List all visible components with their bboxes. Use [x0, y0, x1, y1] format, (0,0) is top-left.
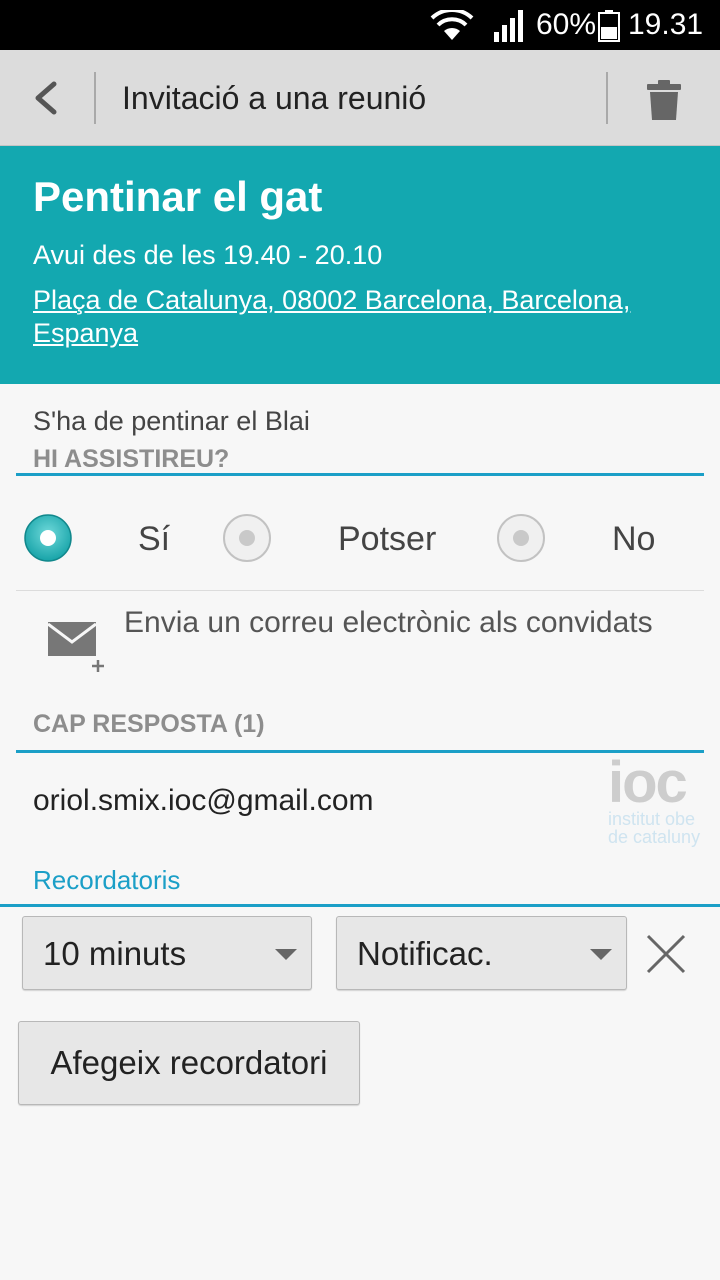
reminder-duration-select[interactable]: 10 minuts	[22, 916, 312, 990]
radio-maybe[interactable]	[221, 512, 273, 564]
section-rule	[0, 904, 720, 907]
status-bar: 60% 19.31	[0, 0, 720, 50]
no-response-heading: CAP RESPOSTA (1)	[33, 710, 265, 738]
radio-label-no: No	[612, 520, 656, 558]
event-time: Avui des de les 19.40 - 20.10	[33, 240, 383, 270]
back-icon[interactable]	[18, 70, 74, 126]
divider	[606, 72, 608, 124]
remove-reminder-icon[interactable]	[642, 930, 690, 978]
guest-email: oriol.smix.ioc@gmail.com	[33, 784, 374, 817]
dropdown-arrow-icon	[590, 949, 612, 960]
dropdown-arrow-icon	[275, 949, 297, 960]
trash-icon[interactable]	[636, 72, 692, 128]
radio-no[interactable]	[495, 512, 547, 564]
mail-add-icon[interactable]	[46, 618, 112, 672]
signal-icon	[494, 10, 523, 42]
radio-label-yes: Sí	[138, 520, 171, 558]
divider	[94, 72, 96, 124]
logo-subtext: institut obe de cataluny	[608, 810, 700, 846]
reminder-method-value: Notificac.	[357, 935, 493, 972]
divider	[16, 590, 704, 591]
attendance-heading: HI ASSISTIREU?	[33, 445, 230, 473]
wifi-icon	[430, 10, 474, 40]
email-guests-button[interactable]: Envia un correu electrònic als convidats	[124, 604, 664, 642]
section-rule	[16, 473, 704, 476]
event-title: Pentinar el gat	[33, 173, 323, 220]
action-bar: Invitació a una reunió	[0, 50, 720, 146]
reminder-method-select[interactable]: Notificac.	[336, 916, 627, 990]
logo-subtext-line1: institut obe	[608, 809, 696, 829]
battery-percent: 60%	[536, 8, 597, 41]
reminder-duration-value: 10 minuts	[43, 935, 187, 972]
reminders-heading: Recordatoris	[33, 865, 181, 895]
section-rule	[16, 750, 704, 753]
page-title: Invitació a una reunió	[122, 80, 427, 116]
radio-yes[interactable]	[22, 512, 74, 564]
event-description: S'ha de pentinar el Blai	[33, 406, 310, 436]
event-header: Pentinar el gat Avui des de les 19.40 - …	[0, 146, 720, 384]
ioc-logo: ioc institut obe de cataluny	[606, 756, 720, 852]
radio-label-maybe: Potser	[338, 520, 437, 558]
add-reminder-button[interactable]: Afegeix recordatori	[18, 1021, 360, 1105]
event-location-link[interactable]: Plaça de Catalunya, 08002 Barcelona, Bar…	[33, 284, 683, 350]
battery-icon	[598, 10, 620, 42]
clock: 19.31	[628, 8, 704, 41]
logo-subtext-line2: de cataluny	[608, 827, 701, 847]
